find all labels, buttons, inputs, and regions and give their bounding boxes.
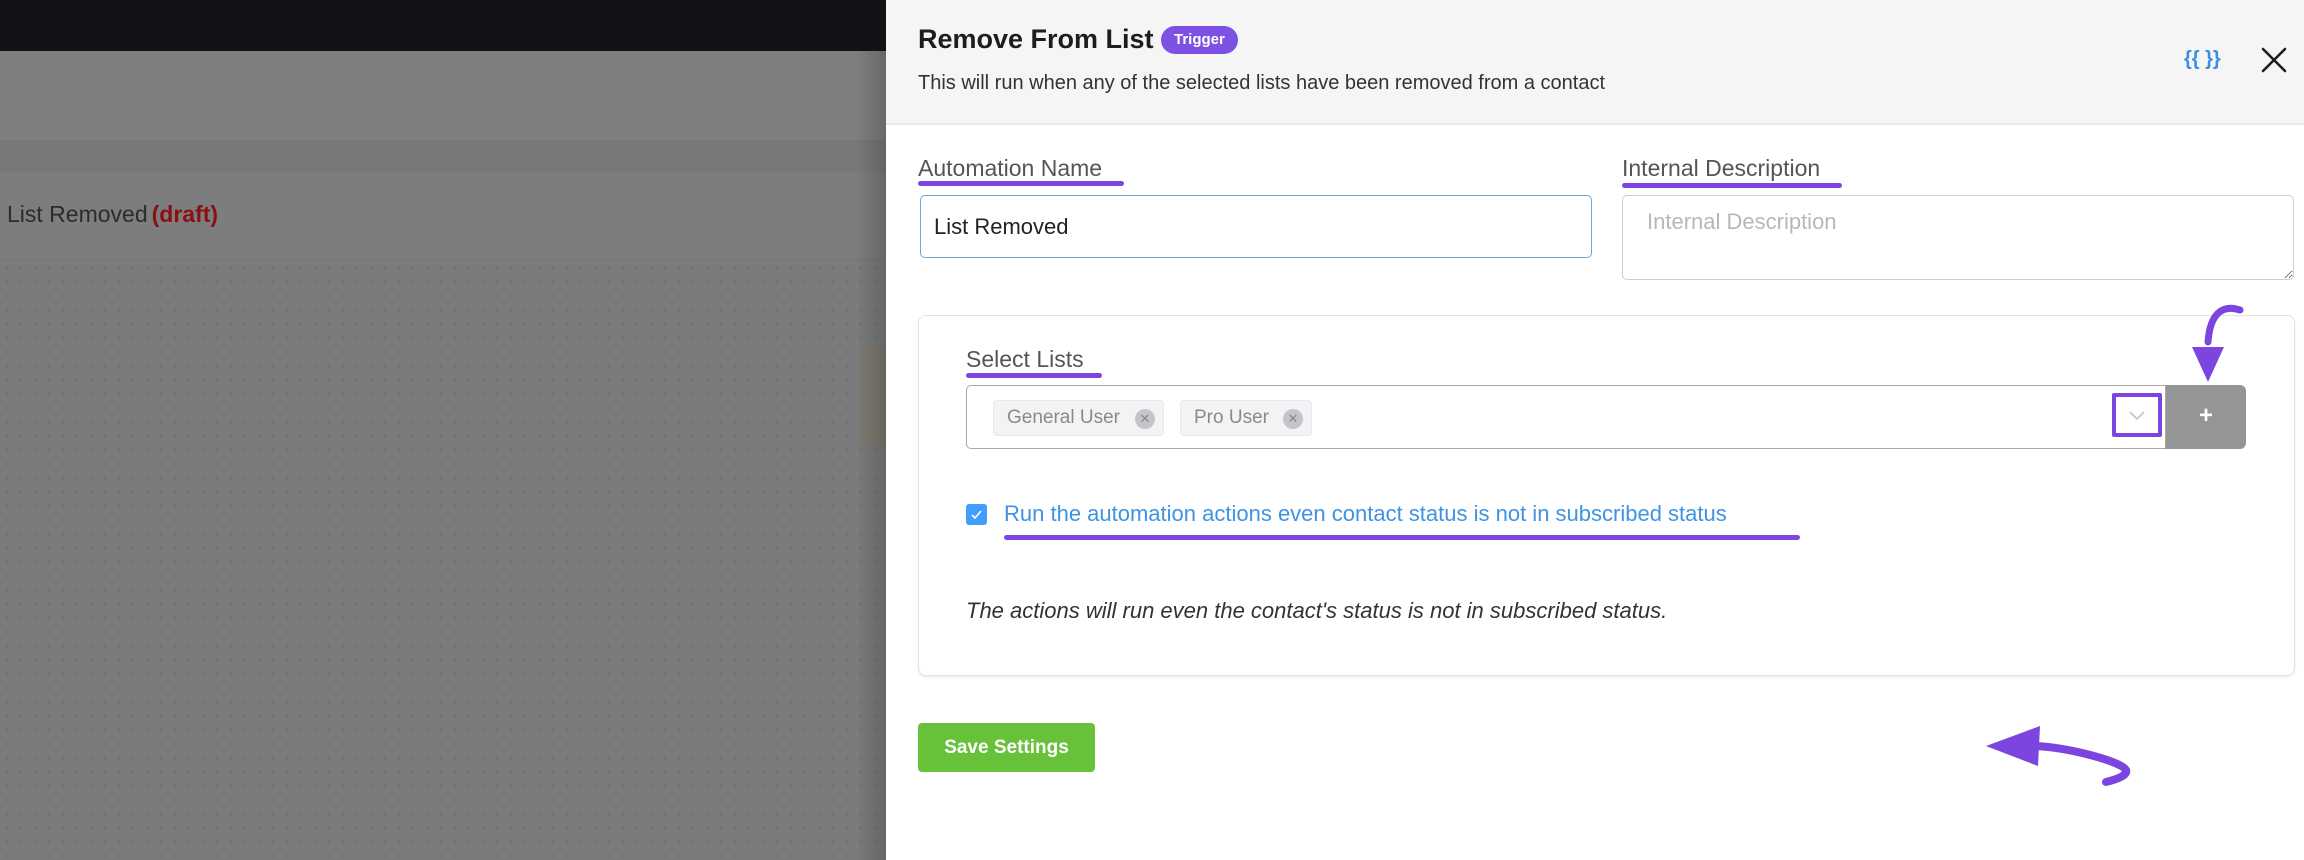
automation-title: List Removed (draft) — [7, 201, 218, 228]
select-lists-label: Select Lists — [966, 346, 1084, 372]
annotation-underline — [966, 373, 1102, 378]
add-list-button[interactable]: + — [2166, 385, 2246, 449]
internal-description-label: Internal Description — [1622, 155, 1821, 181]
close-button[interactable] — [2260, 46, 2288, 74]
drawer-header: Remove From List Trigger This will run w… — [886, 0, 2304, 125]
annotation-underline — [918, 181, 1124, 186]
workflow-canvas — [0, 261, 886, 860]
annotation-underline — [1004, 535, 1800, 540]
remove-chip-icon[interactable]: ✕ — [1135, 409, 1155, 429]
selected-list-chip: General User ✕ — [993, 400, 1164, 436]
help-note: The actions will run even the contact's … — [966, 598, 1668, 623]
close-icon — [2261, 47, 2287, 73]
smartcode-button[interactable]: {{ }} — [2184, 48, 2221, 71]
app-header — [0, 51, 886, 140]
drawer-subtitle: This will run when any of the selected l… — [918, 72, 1606, 94]
select-lists-multiselect[interactable]: General User ✕ Pro User ✕ — [966, 385, 2166, 449]
select-dropdown-toggle[interactable] — [2112, 393, 2162, 437]
automation-name-input[interactable] — [920, 195, 1592, 258]
app-subheader — [0, 140, 886, 172]
drawer-shadow — [856, 51, 886, 860]
chip-label: Pro User — [1194, 407, 1269, 428]
trigger-settings-drawer: Remove From List Trigger This will run w… — [886, 0, 2304, 860]
save-settings-button[interactable]: Save Settings — [918, 723, 1095, 772]
automation-name-text: List Removed — [7, 201, 148, 227]
chevron-down-icon — [2129, 411, 2145, 421]
draft-status: (draft) — [151, 201, 219, 227]
checkmark-icon — [971, 510, 982, 520]
selected-list-chip: Pro User ✕ — [1180, 400, 1312, 436]
automation-name-label: Automation Name — [918, 155, 1103, 181]
remove-chip-icon[interactable]: ✕ — [1283, 409, 1303, 429]
drawer-title: Remove From List — [918, 24, 1154, 54]
internal-description-textarea[interactable] — [1622, 195, 2294, 280]
annotation-arrow-icon — [1986, 726, 2131, 786]
background-app: List Removed (draft) — [0, 0, 886, 860]
trigger-badge: Trigger — [1161, 26, 1238, 54]
chip-label: General User — [1007, 407, 1120, 428]
annotation-underline — [1622, 183, 1842, 188]
run-even-unsubscribed-label[interactable]: Run the automation actions even contact … — [1004, 501, 1727, 527]
run-even-unsubscribed-checkbox[interactable] — [966, 504, 987, 525]
admin-top-bar — [0, 0, 886, 51]
